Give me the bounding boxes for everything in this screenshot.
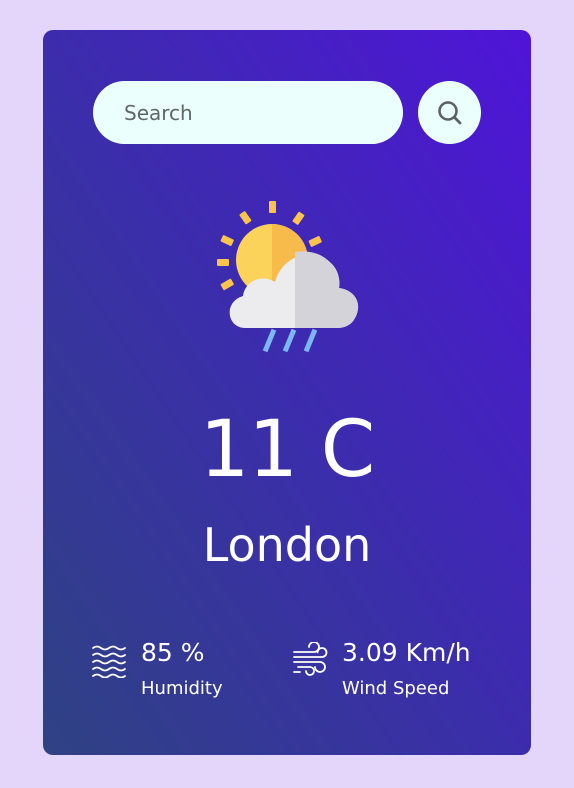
temperature: 11 C <box>199 405 376 495</box>
city-name: London <box>202 518 372 572</box>
wind-panel: 3.09 Km/h Wind Speed <box>292 630 512 710</box>
search-icon <box>437 100 461 124</box>
wind-icon <box>293 642 328 676</box>
humidity-waves-icon <box>92 645 126 678</box>
humidity-label: Humidity <box>141 678 223 699</box>
search-button[interactable] <box>418 81 481 144</box>
wind-speed-label: Wind Speed <box>342 678 450 699</box>
search-bar <box>93 81 481 145</box>
search-input[interactable] <box>93 81 403 144</box>
wind-speed-value: 3.09 Km/h <box>342 638 471 667</box>
weather-card: 11 C London 85 % Humidity 3.09 Km/h <box>43 30 531 755</box>
humidity-value: 85 % <box>141 638 205 667</box>
partly-cloudy-rain-icon <box>217 201 359 353</box>
humidity-panel: 85 % Humidity <box>91 630 271 710</box>
